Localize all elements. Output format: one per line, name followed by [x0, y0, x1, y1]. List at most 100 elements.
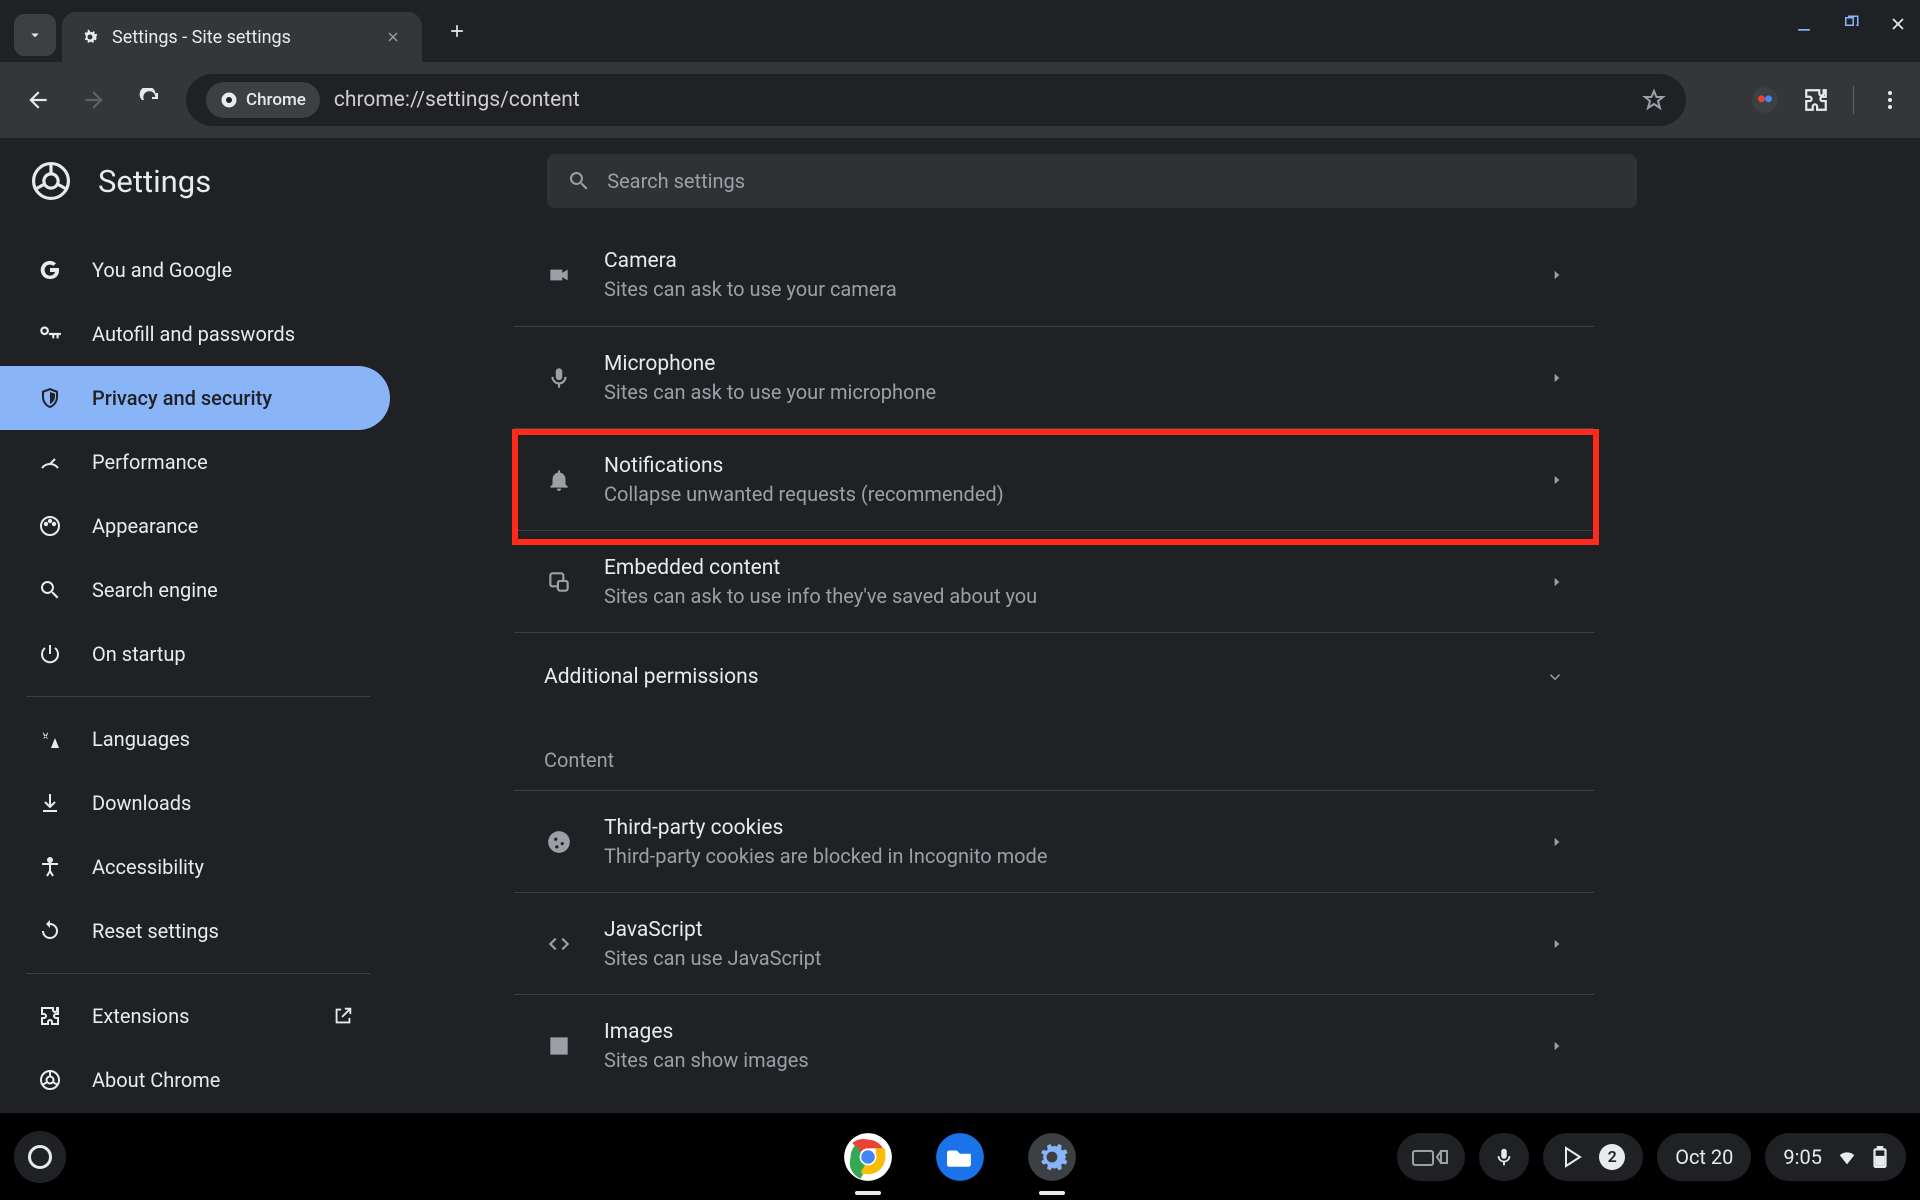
security-chip[interactable]: Chrome: [206, 82, 320, 118]
row-title: Embedded content: [604, 556, 1037, 580]
content-section-label: Content: [514, 720, 1594, 790]
sidebar-item-accessibility[interactable]: Accessibility: [0, 835, 390, 899]
running-app-indicator: [1039, 1191, 1065, 1195]
row-subtitle: Sites can use JavaScript: [604, 946, 821, 970]
power-icon: [38, 642, 62, 666]
row-title: Additional permissions: [544, 665, 759, 689]
image-icon: [546, 1033, 572, 1059]
shield-icon: [38, 386, 62, 410]
chevron-right-icon: [1550, 575, 1564, 589]
permission-row-microphone[interactable]: MicrophoneSites can ask to use your micr…: [514, 326, 1594, 428]
address-bar[interactable]: Chrome chrome://settings/content: [186, 74, 1686, 126]
new-tab-button[interactable]: [440, 14, 474, 48]
browser-tab[interactable]: Settings - Site settings: [62, 12, 422, 62]
minimize-icon: [1794, 14, 1814, 34]
profile-button[interactable]: [1751, 86, 1779, 114]
status-area[interactable]: 9:05: [1765, 1133, 1906, 1181]
maximize-icon: [1842, 14, 1860, 32]
calendar-button[interactable]: Oct 20: [1657, 1133, 1751, 1181]
sidebar-label: Languages: [92, 727, 190, 751]
sidebar-label: Privacy and security: [92, 386, 272, 410]
arrow-right-icon: [81, 87, 107, 113]
shelf-app-files[interactable]: [932, 1129, 988, 1185]
row-subtitle: Collapse unwanted requests (recommended): [604, 482, 1004, 506]
google-g-icon: [38, 258, 62, 282]
shelf-app-chrome[interactable]: [840, 1129, 896, 1185]
embedded-content-icon: [546, 569, 572, 595]
divider: [1853, 86, 1854, 114]
tab-title: Settings - Site settings: [112, 27, 370, 48]
page-header: Settings Search settings: [0, 138, 1920, 224]
dictation-button[interactable]: [1479, 1133, 1529, 1181]
shelf-time: 9:05: [1783, 1145, 1822, 1169]
content-row-javascript[interactable]: JavaScriptSites can use JavaScript: [514, 892, 1594, 994]
overflow-menu-button[interactable]: [1878, 88, 1902, 112]
chrome-color-icon: [842, 1131, 894, 1183]
search-tabs-button[interactable]: [14, 14, 56, 56]
phone-hub-button[interactable]: 2: [1543, 1133, 1643, 1181]
sidebar-item-downloads[interactable]: Downloads: [0, 771, 390, 835]
permission-row-embedded-content[interactable]: Embedded content Sites can ask to use inf…: [514, 530, 1594, 632]
settings-search[interactable]: Search settings: [547, 154, 1637, 208]
extensions-button[interactable]: [1803, 87, 1829, 113]
sidebar-item-extensions[interactable]: Extensions: [0, 984, 390, 1048]
camera-icon: [546, 262, 572, 288]
chevron-down-icon: [26, 26, 44, 44]
files-icon: [934, 1131, 986, 1183]
permission-row-notifications[interactable]: NotificationsCollapse unwanted requests …: [514, 428, 1594, 530]
sidebar-label: Accessibility: [92, 855, 204, 879]
chrome-logo-icon: [32, 162, 70, 200]
chevron-right-icon: [1550, 473, 1564, 487]
tab-close-button[interactable]: [382, 26, 404, 48]
accessibility-icon: [38, 855, 62, 879]
row-subtitle: Sites can ask to use info they've saved …: [604, 584, 1037, 608]
sidebar-label: On startup: [92, 642, 186, 666]
chrome-logo-icon: [38, 1068, 62, 1092]
wifi-icon: [1836, 1146, 1858, 1168]
maximize-button[interactable]: [1842, 14, 1860, 34]
sidebar-item-languages[interactable]: Languages: [0, 707, 390, 771]
sidebar-label: Reset settings: [92, 919, 219, 943]
close-window-button[interactable]: [1888, 14, 1908, 34]
settings-sidebar: You and Google Autofill and passwords Pr…: [0, 224, 396, 1113]
url-text: chrome://settings/content: [334, 88, 1628, 112]
download-icon: [38, 791, 62, 815]
sidebar-item-on-startup[interactable]: On startup: [0, 622, 390, 686]
row-subtitle: Third-party cookies are blocked in Incog…: [604, 844, 1047, 868]
sidebar-item-performance[interactable]: Performance: [0, 430, 390, 494]
launcher-button[interactable]: [14, 1131, 66, 1183]
sidebar-item-search-engine[interactable]: Search engine: [0, 558, 390, 622]
tote-button[interactable]: [1397, 1133, 1465, 1181]
bookmark-button[interactable]: [1642, 88, 1666, 112]
sidebar-item-you-and-google[interactable]: You and Google: [0, 238, 390, 302]
gear-icon: [80, 27, 100, 47]
minimize-button[interactable]: [1794, 14, 1814, 34]
avatar-icon: [1751, 86, 1779, 114]
forward-button[interactable]: [74, 80, 114, 120]
back-button[interactable]: [18, 80, 58, 120]
chevron-right-icon: [1550, 268, 1564, 282]
page-title: Settings: [98, 163, 211, 200]
key-icon: [37, 321, 63, 347]
sidebar-item-appearance[interactable]: Appearance: [0, 494, 390, 558]
search-icon: [38, 578, 62, 602]
browser-toolbar: Chrome chrome://settings/content: [0, 62, 1920, 138]
palette-icon: [38, 514, 62, 538]
sidebar-item-reset[interactable]: Reset settings: [0, 899, 390, 963]
sidebar-item-privacy-security[interactable]: Privacy and security: [0, 366, 390, 430]
settings-content: CameraSites can ask to use your camera M…: [396, 224, 1920, 1113]
content-row-images[interactable]: ImagesSites can show images: [514, 994, 1594, 1096]
search-icon: [567, 169, 591, 193]
permission-row-camera[interactable]: CameraSites can ask to use your camera: [514, 224, 1594, 326]
sidebar-item-about[interactable]: About Chrome: [0, 1048, 390, 1112]
reload-button[interactable]: [130, 80, 170, 120]
shelf-app-settings[interactable]: [1024, 1129, 1080, 1185]
additional-permissions-row[interactable]: Additional permissions: [514, 632, 1594, 720]
external-link-icon: [332, 1005, 354, 1027]
battery-icon: [1872, 1146, 1888, 1168]
content-row-third-party-cookies[interactable]: Third-party cookiesThird-party cookies a…: [514, 790, 1594, 892]
sidebar-item-autofill[interactable]: Autofill and passwords: [0, 302, 390, 366]
running-app-indicator: [855, 1191, 881, 1195]
sidebar-label: Performance: [92, 450, 208, 474]
microphone-icon: [546, 365, 572, 391]
